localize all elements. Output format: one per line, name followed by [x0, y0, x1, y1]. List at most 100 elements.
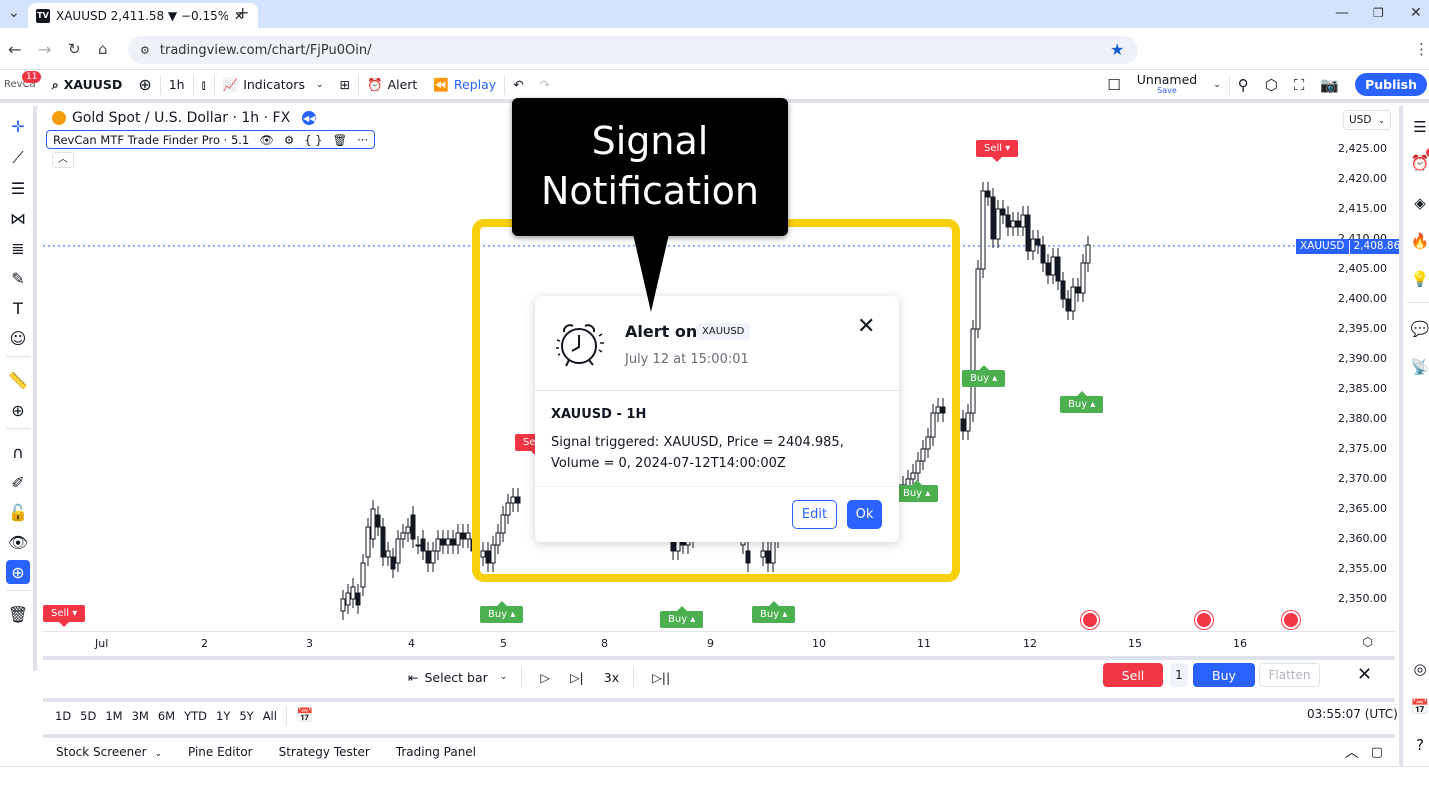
- tab-stock-screener[interactable]: Stock Screener ⌄: [56, 745, 162, 759]
- indicator-legend[interactable]: RevCan MTF Trade Finder Pro · 5.1 👁 ⚙ { …: [46, 130, 376, 149]
- browser-tab[interactable]: TV XAUUSD 2,411.58 ▼ −0.15% Unnamed ✕: [28, 3, 258, 28]
- expand-panel-chevron-icon[interactable]: ︿: [1345, 742, 1359, 762]
- crosshair-icon[interactable]: ✛: [6, 114, 30, 138]
- compare-symbol-icon[interactable]: ⊕: [130, 75, 159, 94]
- chart-type-candles-icon[interactable]: ⫾: [194, 77, 214, 93]
- fib-lines-icon[interactable]: ☰: [6, 176, 30, 200]
- flatten-button[interactable]: Flatten: [1259, 663, 1320, 687]
- range-button[interactable]: YTD: [184, 709, 207, 723]
- select-bar-button[interactable]: ⇤ Select bar ⌄: [408, 670, 507, 685]
- interval-button[interactable]: 1h: [161, 77, 193, 92]
- collapse-legend-button[interactable]: ︿: [52, 152, 74, 168]
- new-tab-icon[interactable]: +: [236, 3, 249, 22]
- play-icon[interactable]: ▷: [540, 670, 550, 685]
- snapshot-camera-icon[interactable]: 📷: [1312, 76, 1347, 94]
- us-economic-event-flag-icon[interactable]: [1081, 611, 1099, 629]
- range-button[interactable]: 1M: [105, 709, 122, 723]
- redo-icon[interactable]: ↷: [532, 77, 558, 92]
- url-input[interactable]: ⚙ tradingview.com/chart/FjPu0Oin/: [128, 36, 1138, 64]
- range-button[interactable]: All: [263, 709, 277, 723]
- range-button[interactable]: 1D: [55, 709, 71, 723]
- chat-icon[interactable]: 💬: [1409, 318, 1429, 340]
- symbol-search-button[interactable]: ⌕ XAUUSD: [44, 77, 131, 93]
- streams-icon[interactable]: 📡: [1409, 356, 1429, 378]
- jump-to-realtime-icon[interactable]: ▷||: [652, 670, 670, 685]
- ok-button[interactable]: Ok: [847, 500, 882, 529]
- close-window-icon[interactable]: ✕: [1410, 5, 1422, 21]
- edit-alert-button[interactable]: Edit: [792, 500, 837, 529]
- magnet-icon[interactable]: ∩: [6, 440, 30, 464]
- undo-icon[interactable]: ↶: [505, 77, 531, 92]
- hotlist-flame-icon[interactable]: 🔥: [1409, 230, 1429, 252]
- replay-button[interactable]: ⏪ Replay: [425, 77, 504, 93]
- alert-button[interactable]: ⏰ Alert: [359, 77, 425, 93]
- quick-search-icon[interactable]: ⚲: [1230, 76, 1257, 94]
- screener-radar-icon[interactable]: ◎: [1409, 658, 1429, 680]
- minimize-icon[interactable]: —: [1335, 5, 1349, 21]
- brush-icon[interactable]: ✎: [6, 266, 30, 290]
- price-axis[interactable]: 2,425.002,420.002,415.002,410.002,405.00…: [1338, 106, 1395, 656]
- tab-strategy-tester[interactable]: Strategy Tester: [279, 745, 370, 759]
- range-button[interactable]: 5Y: [239, 709, 253, 723]
- tab-pine-editor[interactable]: Pine Editor: [188, 745, 253, 759]
- forward-icon[interactable]: →: [38, 40, 51, 59]
- close-replay-icon[interactable]: ✕: [1357, 664, 1372, 685]
- us-economic-event-flag-icon[interactable]: [1195, 611, 1213, 629]
- range-button[interactable]: 5D: [80, 709, 96, 723]
- chevron-down-icon[interactable]: ⌄: [316, 80, 324, 90]
- sell-button[interactable]: Sell: [1103, 663, 1163, 687]
- home-icon[interactable]: ⌂: [98, 40, 108, 58]
- bookmark-star-icon[interactable]: ★: [1110, 40, 1124, 59]
- step-forward-icon[interactable]: ▷|: [570, 670, 584, 685]
- site-info-icon[interactable]: ⚙: [140, 44, 150, 57]
- layout-chevron-icon[interactable]: ⌄: [1205, 80, 1229, 90]
- save-link[interactable]: Save: [1157, 85, 1177, 96]
- ideas-bulb-icon[interactable]: 💡: [1409, 268, 1429, 290]
- rewind-replay-icon[interactable]: ◀◀: [302, 111, 317, 125]
- zoom-in-icon[interactable]: ⊕: [6, 398, 30, 422]
- maximize-panel-icon[interactable]: ▢: [1371, 745, 1383, 760]
- hide-eye-icon[interactable]: 👁: [6, 530, 30, 554]
- range-button[interactable]: 6M: [158, 709, 175, 723]
- time-axis[interactable]: ⬡ Jul 2 3 4 5 8 9 10 11 12 15 16: [43, 631, 1395, 655]
- speed-button[interactable]: 3x: [604, 670, 619, 685]
- text-tool-icon[interactable]: T: [6, 296, 30, 320]
- source-code-icon[interactable]: { }: [304, 133, 322, 147]
- range-button[interactable]: 1Y: [216, 709, 230, 723]
- emoji-icon[interactable]: ☺: [6, 326, 30, 350]
- trendline-icon[interactable]: ⟋: [6, 146, 30, 170]
- layout-name-button[interactable]: Unnamed Save: [1129, 73, 1205, 96]
- watchlist-icon[interactable]: ☰: [1409, 116, 1429, 138]
- indicators-button[interactable]: 📈 Indicators ⌄: [215, 77, 332, 93]
- tab-list-chevron-icon[interactable]: ⌄: [8, 5, 20, 21]
- help-icon[interactable]: ?: [1409, 734, 1429, 756]
- prediction-icon[interactable]: ≣: [6, 236, 30, 260]
- buy-button[interactable]: Buy: [1193, 663, 1255, 687]
- pattern-icon[interactable]: ⋈: [6, 206, 30, 230]
- trash-icon[interactable]: 🗑: [6, 602, 30, 626]
- visibility-eye-icon[interactable]: 👁: [259, 133, 274, 147]
- lock-drawing-icon[interactable]: ✐: [6, 470, 30, 494]
- restore-icon[interactable]: ❐: [1373, 6, 1384, 20]
- fullscreen-icon[interactable]: ⛶: [1286, 76, 1313, 94]
- us-economic-event-flag-icon[interactable]: [1282, 611, 1300, 629]
- reload-icon[interactable]: ↻: [68, 40, 81, 58]
- delete-indicator-icon[interactable]: 🗑: [332, 133, 347, 147]
- calendar-icon[interactable]: 📅: [1409, 696, 1429, 718]
- close-dialog-icon[interactable]: ✕: [857, 314, 875, 339]
- utc-clock[interactable]: 03:55:07 (UTC): [1307, 707, 1398, 721]
- currency-select[interactable]: USD ⌄: [1343, 110, 1391, 130]
- indicator-settings-icon[interactable]: ⚙: [284, 133, 294, 147]
- quantity-input[interactable]: 1: [1170, 663, 1188, 687]
- tab-trading-panel[interactable]: Trading Panel: [396, 745, 476, 759]
- ruler-icon[interactable]: 📏: [6, 368, 30, 392]
- lock-icon[interactable]: 🔓: [6, 500, 30, 524]
- axis-settings-icon[interactable]: ⬡: [1363, 635, 1373, 649]
- layers-icon[interactable]: ◈: [1409, 192, 1429, 214]
- globe-icon[interactable]: ⊕: [6, 560, 30, 584]
- settings-gear-icon[interactable]: ⬡: [1257, 76, 1286, 94]
- go-to-date-calendar-icon[interactable]: 📅: [296, 708, 313, 724]
- profile-button[interactable]: RevCa 11: [0, 71, 44, 90]
- publish-button[interactable]: Publish: [1347, 73, 1429, 96]
- watchlist-square-icon[interactable]: ☐: [1099, 76, 1128, 94]
